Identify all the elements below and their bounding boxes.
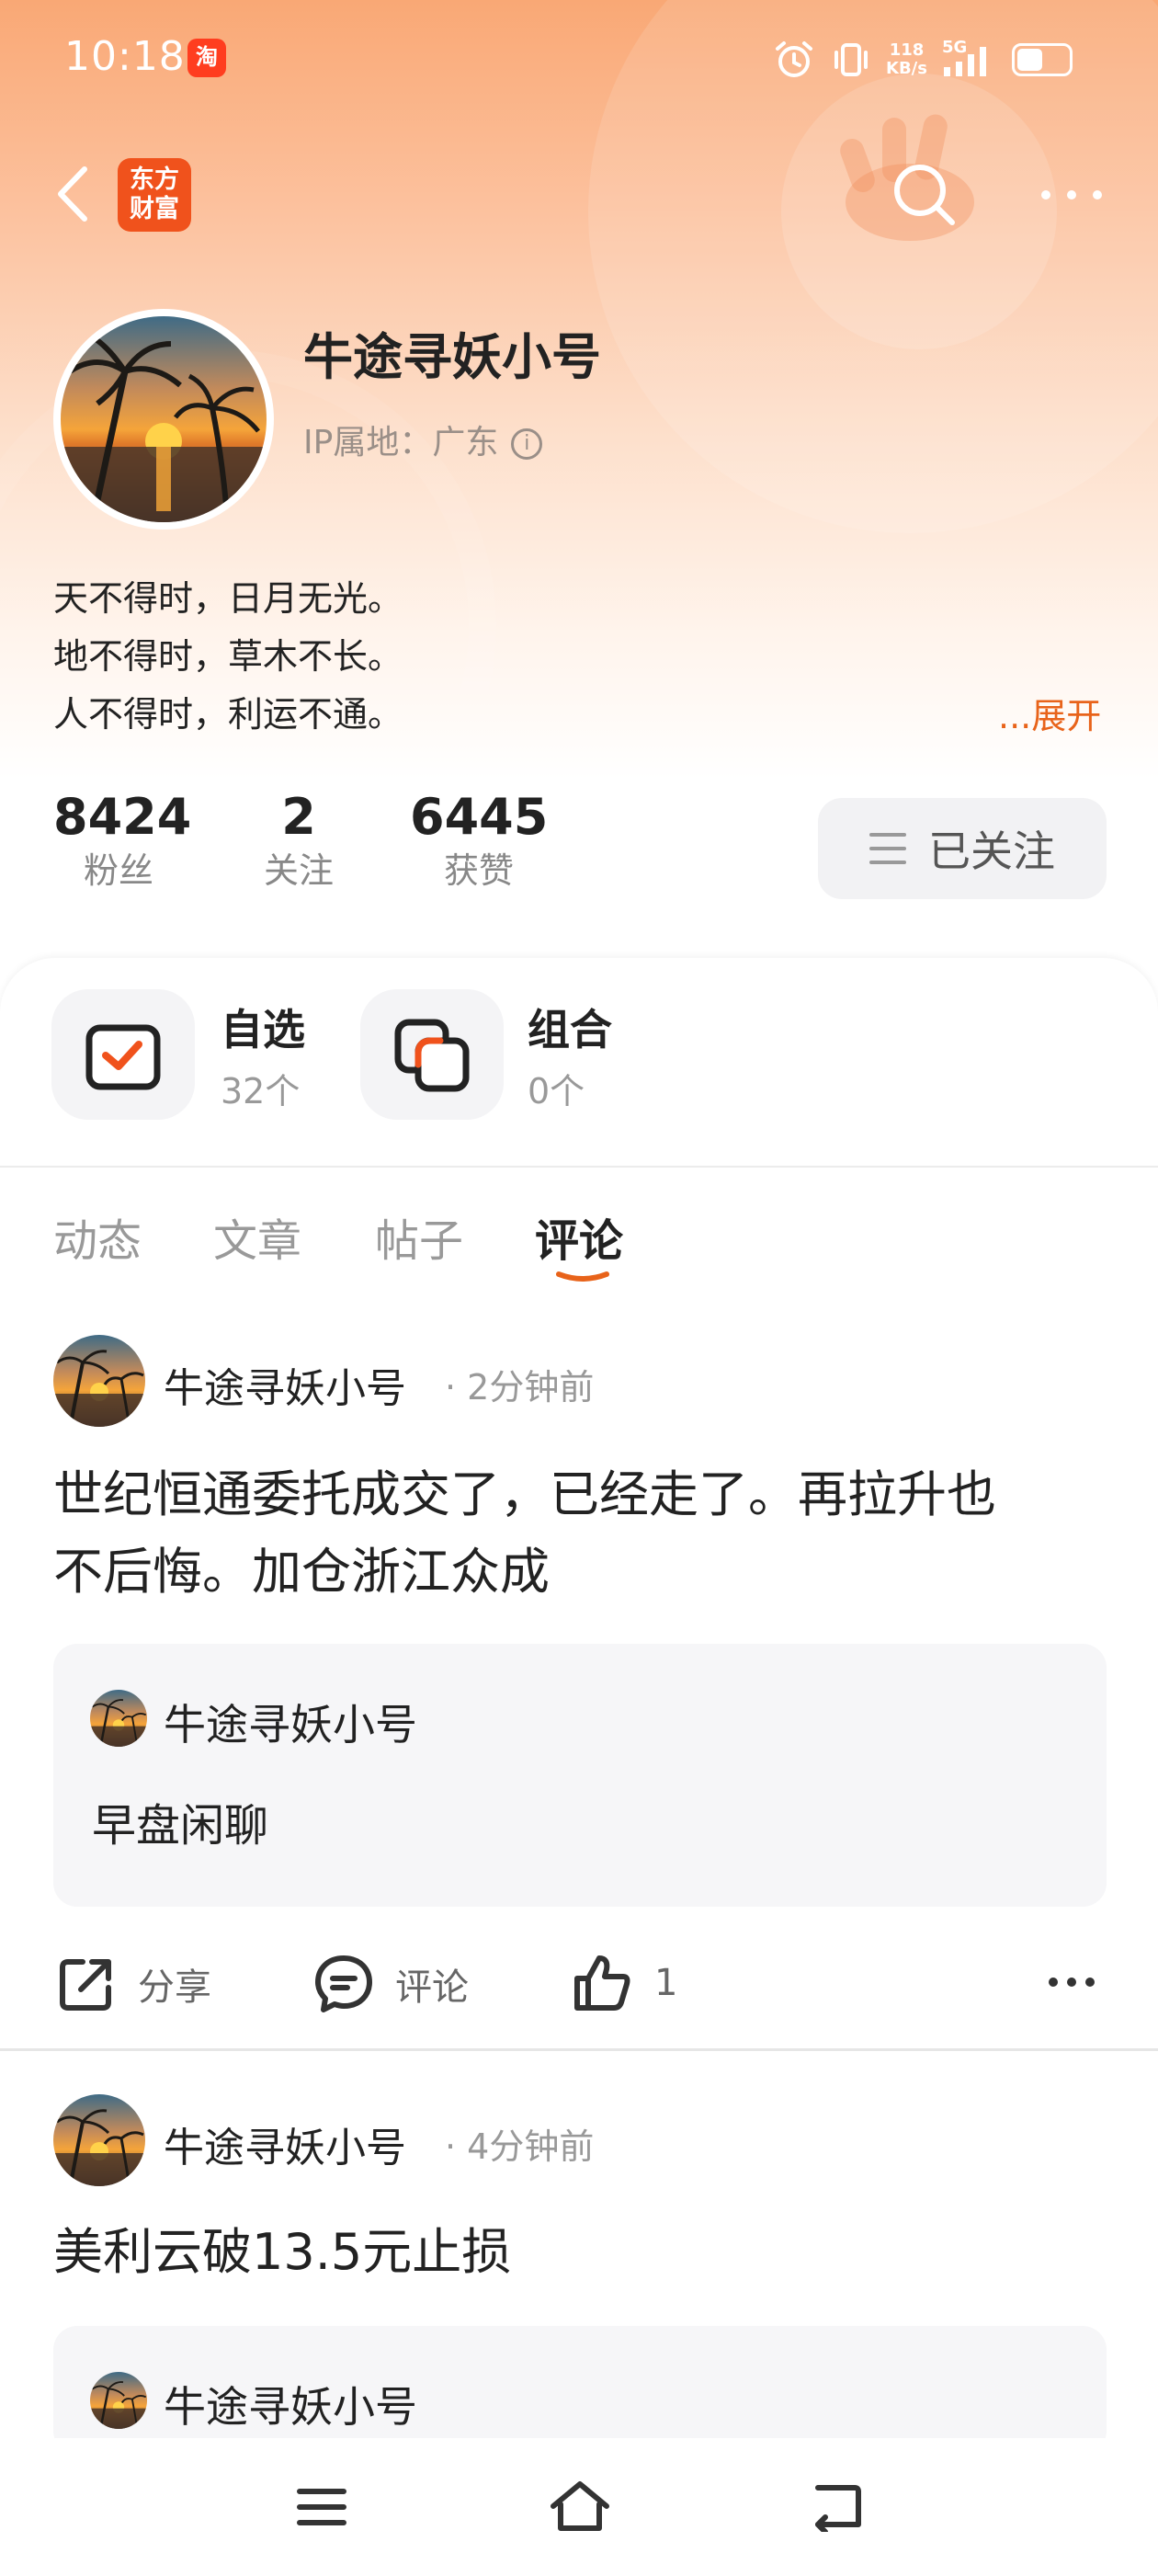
battery-icon: [1011, 43, 1073, 76]
quoted-author-name: 牛途寻妖小号: [164, 1700, 417, 1750]
tab-dynamics[interactable]: 动态: [53, 1204, 142, 1269]
signal-bars-icon: [943, 47, 986, 76]
battery-level: [1016, 49, 1042, 71]
logo-text-line1: 东方: [130, 165, 179, 194]
followed-button[interactable]: 已关注: [818, 798, 1107, 899]
share-icon: [60, 1959, 111, 2011]
followers-stat[interactable]: 8424 粉丝: [53, 787, 192, 894]
eastmoney-logo: 东方 财富: [118, 158, 191, 232]
post-content-line: 不后悔。加仓浙江众成: [53, 1543, 550, 1601]
sunset-palm-avatar-image: [53, 2094, 145, 2186]
taobao-notification-icon: 淘: [187, 39, 226, 77]
bio-line: 地不得时，草木不长。: [53, 636, 403, 677]
likes-count: 6445: [410, 788, 549, 846]
quoted-post[interactable]: [53, 1644, 1107, 1907]
status-time: 10:18: [64, 33, 186, 80]
bio-line: 天不得时，日月无光。: [53, 578, 403, 619]
following-label: 关注: [263, 850, 334, 891]
followers-label: 粉丝: [83, 850, 153, 891]
quoted-author-name: 牛途寻妖小号: [164, 2382, 417, 2432]
following-stat[interactable]: 2 关注: [248, 787, 349, 894]
post-content-line: 世纪恒通委托成交了，已经走了。再拉升也: [53, 1465, 996, 1523]
post-author-name[interactable]: 牛途寻妖小号: [164, 1355, 406, 1414]
post-author-name[interactable]: 牛途寻妖小号: [164, 2114, 406, 2173]
menu-lines-icon: [869, 833, 906, 864]
portfolio-count: 0个: [528, 1071, 585, 1111]
alarm-icon: [776, 41, 812, 77]
more-options-icon[interactable]: [1035, 180, 1108, 210]
portfolio-shortcut-icon-box[interactable]: [360, 989, 504, 1120]
like-button[interactable]: 1: [570, 1951, 677, 2015]
portfolio-overlap-icon: [394, 1019, 470, 1092]
logo-text-line2: 财富: [130, 195, 179, 223]
watchlist-title[interactable]: 自选: [221, 997, 305, 1057]
comment-icon: [315, 1955, 372, 2012]
quoted-author-avatar: [90, 2372, 147, 2429]
divider: [0, 2048, 1158, 2051]
quoted-text: 早盘闲聊: [92, 1800, 269, 1852]
share-label: 分享: [138, 1966, 211, 2009]
post-more-icon[interactable]: [1044, 1967, 1099, 1997]
comment-button[interactable]: 评论: [312, 1953, 469, 2015]
like-count: 1: [654, 1962, 678, 2004]
tab-comments[interactable]: 评论: [535, 1204, 623, 1269]
sunset-palm-avatar-image: [90, 1690, 147, 1747]
ip-location: IP属地：广东 i: [303, 416, 543, 463]
system-navigation-bar: [0, 2438, 1158, 2574]
post-time-text: 2分钟前: [467, 1367, 595, 1408]
back-arrow-icon[interactable]: [50, 162, 99, 226]
comment-label: 评论: [395, 1966, 469, 2009]
post-content-line: 美利云破13.5元止损: [53, 2223, 512, 2281]
post-content[interactable]: 世纪恒通委托成交了，已经走了。再拉升也 不后悔。加仓浙江众成: [53, 1456, 996, 1611]
post-time: · 2分钟前: [445, 1367, 595, 1408]
signal-icon: 5G: [940, 38, 999, 80]
followed-button-label: 已关注: [928, 826, 1055, 876]
active-tab-indicator: [556, 1271, 609, 1282]
following-count: 2: [281, 788, 316, 846]
followers-count: 8424: [53, 788, 192, 846]
bio-expand-link[interactable]: ...展开: [998, 688, 1101, 738]
quoted-author-avatar: [90, 1690, 147, 1747]
likes-label: 获赞: [443, 850, 514, 891]
post-author-avatar[interactable]: [53, 1335, 145, 1427]
post-author-avatar[interactable]: [53, 2094, 145, 2186]
share-button[interactable]: 分享: [55, 1953, 211, 2015]
network-speed-unit: KB/s: [886, 59, 927, 78]
back-navigation-icon[interactable]: [809, 2480, 864, 2532]
recent-apps-icon[interactable]: [294, 2484, 349, 2530]
home-icon[interactable]: [548, 2479, 612, 2534]
divider: [0, 1166, 1158, 1168]
checkbox-icon: [85, 1024, 161, 1090]
sunset-palm-avatar-image: [90, 2372, 147, 2429]
profile-bio: 天不得时，日月无光。 地不得时，草木不长。 人不得时，利运不通。: [53, 570, 403, 744]
sunset-palm-avatar-image: [61, 316, 267, 522]
vibrate-icon: [834, 43, 868, 76]
post-time: · 4分钟前: [445, 2126, 595, 2167]
ip-location-text: IP属地：广东: [303, 424, 499, 462]
likes-stat[interactable]: 6445 获赞: [410, 787, 548, 894]
post-time-text: 4分钟前: [467, 2126, 595, 2167]
status-indicators: 118 KB/s 5G: [772, 37, 1073, 83]
thumbs-up-icon: [574, 1955, 630, 2011]
tab-articles[interactable]: 文章: [213, 1204, 301, 1269]
watchlist-shortcut-icon-box[interactable]: [51, 989, 195, 1120]
tab-posts[interactable]: 帖子: [375, 1204, 463, 1269]
sunset-palm-avatar-image: [53, 1335, 145, 1427]
user-avatar[interactable]: [53, 309, 274, 530]
profile-username: 牛途寻妖小号: [303, 328, 601, 386]
bio-line: 人不得时，利运不通。: [53, 694, 403, 735]
network-speed: 118 KB/s: [886, 41, 927, 78]
post-content[interactable]: 美利云破13.5元止损: [53, 2214, 511, 2291]
watchlist-count: 32个: [221, 1071, 301, 1111]
search-icon[interactable]: [888, 158, 961, 232]
portfolio-title[interactable]: 组合: [528, 997, 612, 1057]
network-speed-value: 118: [889, 40, 925, 60]
info-icon[interactable]: i: [511, 428, 543, 460]
